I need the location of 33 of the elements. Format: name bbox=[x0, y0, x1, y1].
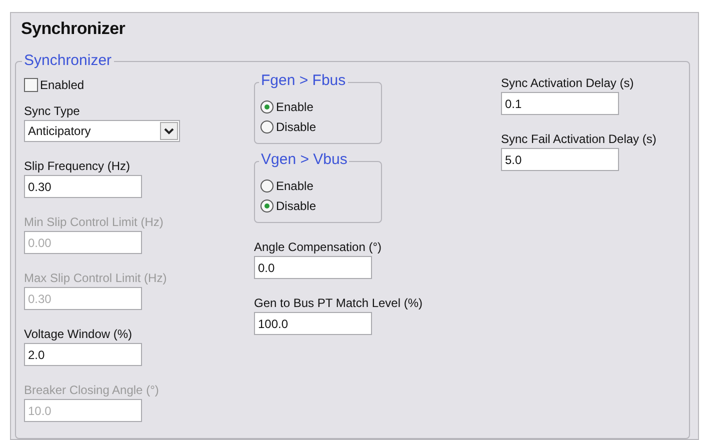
input-field[interactable]: 100.0 bbox=[254, 312, 372, 335]
field-label: Breaker Closing Angle (°) bbox=[24, 383, 160, 397]
field-label: Sync Type bbox=[24, 104, 81, 118]
radio-icon bbox=[260, 199, 274, 213]
radio-icon bbox=[260, 100, 274, 114]
dropdown-caret-icon[interactable] bbox=[160, 122, 178, 140]
field-label: Gen to Bus PT Match Level (%) bbox=[254, 296, 424, 310]
radio-option[interactable]: Disable bbox=[260, 117, 316, 137]
radio-group-legend: Vgen > Vbus bbox=[259, 151, 350, 169]
field-label: Max Slip Control Limit (Hz) bbox=[24, 271, 168, 285]
field-label: Sync Fail Activation Delay (s) bbox=[501, 132, 656, 146]
field-label: Angle Compensation (°) bbox=[254, 240, 383, 254]
radio-option[interactable]: Disable bbox=[260, 196, 316, 216]
radio-group-legend: Fgen > Fbus bbox=[259, 72, 348, 90]
field-label: Voltage Window (%) bbox=[24, 327, 134, 341]
field-label: Min Slip Control Limit (Hz) bbox=[24, 215, 164, 229]
radio-option[interactable]: Enable bbox=[260, 97, 314, 117]
field-label: Sync Activation Delay (s) bbox=[501, 76, 635, 90]
input-field[interactable]: 0.30 bbox=[24, 175, 142, 198]
checkbox-label: Enabled bbox=[40, 77, 84, 94]
input-field[interactable]: 5.0 bbox=[501, 148, 619, 171]
radio-icon bbox=[260, 120, 274, 134]
field-label: Slip Frequency (Hz) bbox=[24, 159, 132, 173]
group-legend: Synchronizer bbox=[22, 52, 114, 70]
input-field[interactable]: 0.1 bbox=[501, 92, 619, 115]
panel-title: Synchronizer bbox=[21, 19, 126, 39]
radio-option[interactable]: Enable bbox=[260, 176, 314, 196]
dropdown-value: Anticipatory bbox=[28, 123, 91, 140]
input-field[interactable]: 0.0 bbox=[254, 256, 372, 279]
input-field[interactable]: 2.0 bbox=[24, 343, 142, 366]
dropdown[interactable]: Anticipatory bbox=[24, 120, 180, 142]
radio-icon bbox=[260, 179, 274, 193]
checkbox[interactable] bbox=[24, 78, 38, 92]
